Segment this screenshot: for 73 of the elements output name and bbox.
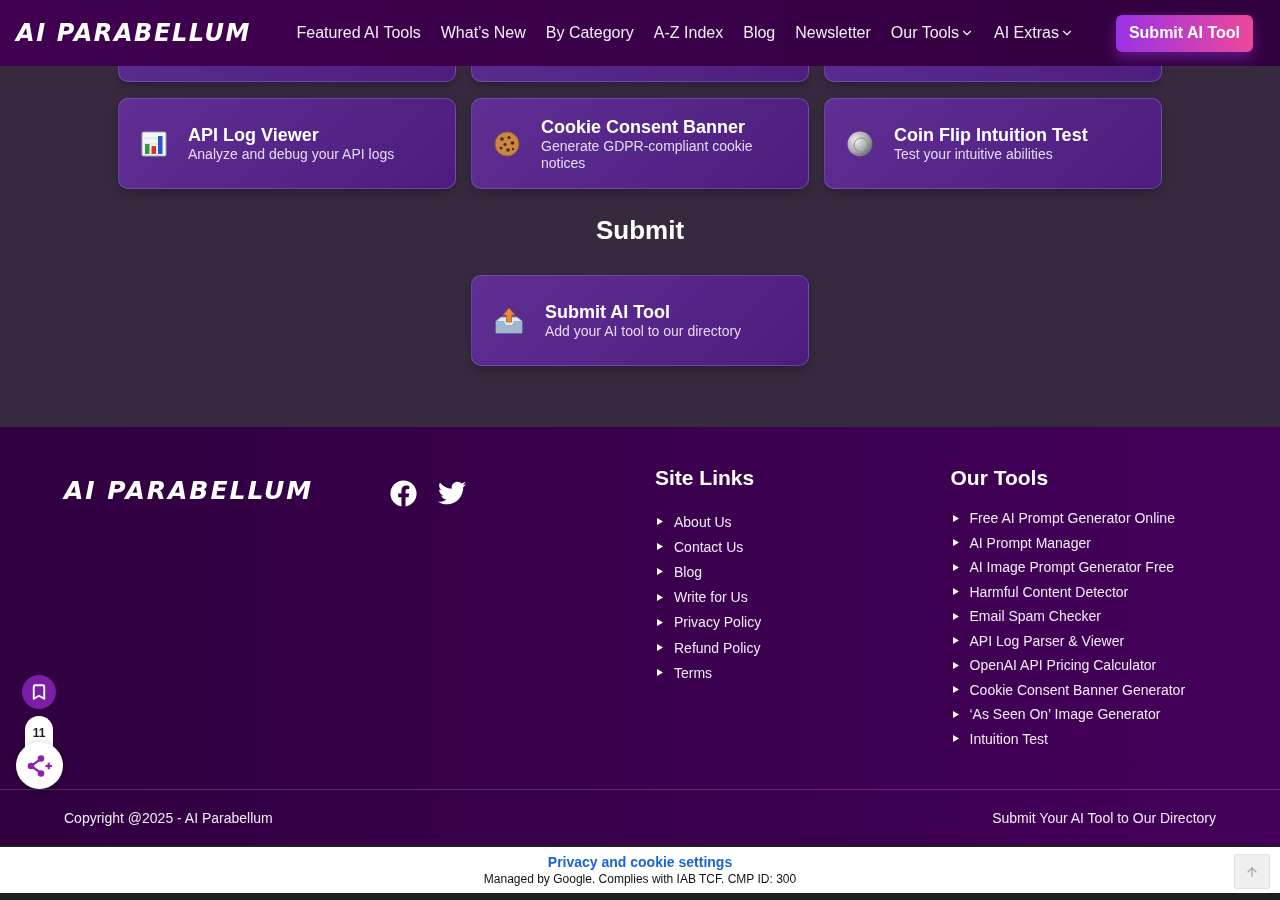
bullet-icon	[952, 637, 959, 645]
footer-heading: Our Tools	[950, 465, 1050, 491]
card-description: Generate GDPR-compliant cookie notices	[541, 137, 754, 172]
footer-link[interactable]: Harmful Content Detector	[969, 583, 1129, 600]
footer-link[interactable]: Refund Policy	[674, 639, 761, 656]
footer-link[interactable]: AI Image Prompt Generator Free	[969, 559, 1175, 576]
tray-upload-icon	[494, 306, 524, 335]
card-title: API Log Viewer	[188, 124, 320, 146]
bullet-icon	[952, 710, 959, 718]
copyright-text: Copyright @2025 - AI Parabellum	[64, 809, 273, 826]
footer-link[interactable]: Email Spam Checker	[969, 608, 1101, 625]
footer-link[interactable]: Submit Your AI Tool to Our Directory	[992, 809, 1216, 826]
footer-link[interactable]: Privacy Policy	[674, 614, 762, 631]
card-description: Analyze and debug your API logs	[188, 146, 395, 163]
consent-note: Managed by Google. Complies with IAB TCF. CMP ID: 300	[483, 871, 797, 887]
card-description: Add your AI tool to our directory	[545, 323, 742, 340]
arrow-up-icon	[1245, 864, 1259, 879]
tool-card[interactable]: API Log Viewer Analyze and debug your API logs	[118, 98, 456, 189]
bullet-icon	[657, 568, 663, 576]
nav-link[interactable]: Blog	[743, 24, 776, 42]
logo[interactable]: AI PARABELLUM	[16, 21, 251, 45]
nav-link[interactable]: Featured AI Tools	[296, 24, 421, 42]
footer-link[interactable]: Cookie Consent Banner Generator	[969, 681, 1186, 698]
bullet-icon	[657, 518, 663, 526]
bullet-icon	[952, 514, 959, 522]
tool-card[interactable]: Cookie Consent Banner Generate GDPR-compliant cookie notices	[471, 98, 809, 189]
bullet-icon	[657, 593, 663, 601]
nav-link[interactable]: By Category	[545, 24, 634, 42]
nav-link[interactable]: Newsletter	[795, 24, 871, 42]
bullet-icon	[657, 644, 663, 652]
footer-link[interactable]: Terms	[674, 664, 713, 681]
coin-icon	[847, 130, 873, 157]
bullet-icon	[952, 563, 959, 571]
bookmark-icon	[30, 683, 48, 701]
footer-logo[interactable]: AI PARABELLUM	[64, 476, 314, 505]
card-title: Cookie Consent Banner	[541, 115, 747, 138]
footer-link[interactable]: About Us	[674, 513, 732, 530]
footer-link[interactable]: OpenAI API Pricing Calculator	[969, 657, 1157, 674]
facebook-icon[interactable]	[389, 479, 417, 507]
bullet-icon	[952, 612, 959, 620]
bullet-icon	[952, 661, 959, 669]
share-icon	[26, 753, 53, 778]
nav-link[interactable]: What’s New	[440, 24, 526, 42]
card-description: Test your intuitive abilities	[894, 146, 1054, 163]
footer-link[interactable]: API Log Parser & Viewer	[969, 632, 1125, 649]
nav-link[interactable]: A-Z Index	[653, 24, 724, 42]
tool-card[interactable]: Submit AI Tool Add your AI tool to our directory	[471, 275, 809, 366]
submit-tool-button[interactable]: Submit AI Tool	[1115, 14, 1253, 52]
footer-link[interactable]: Intuition Test	[969, 730, 1048, 747]
bullet-icon	[952, 735, 959, 743]
bullet-icon	[952, 539, 959, 547]
footer-link[interactable]: Blog	[674, 563, 703, 580]
nav-dropdown[interactable]: AI Extras	[994, 24, 1074, 42]
tool-card[interactable]: Coin Flip Intuition Test Test your intuitive abilities	[824, 98, 1162, 189]
footer-link[interactable]: Free AI Prompt Generator Online	[969, 510, 1175, 527]
privacy-settings-link[interactable]: Privacy and cookie settings	[547, 853, 733, 871]
bullet-icon	[657, 669, 663, 677]
bullet-icon	[952, 686, 959, 694]
nav-dropdown[interactable]: Our Tools	[890, 24, 974, 42]
bullet-icon	[952, 588, 959, 596]
twitter-icon[interactable]	[437, 479, 466, 507]
bullet-icon	[657, 618, 663, 626]
footer-link[interactable]: Contact Us	[674, 538, 744, 555]
bullet-icon	[657, 543, 663, 551]
card-title: Coin Flip Intuition Test	[894, 124, 1088, 146]
card-title: Submit AI Tool	[545, 301, 671, 323]
footer-heading: Site Links	[655, 465, 756, 491]
bar-chart-icon	[141, 130, 167, 157]
footer-link[interactable]: AI Prompt Manager	[969, 534, 1091, 551]
footer-link[interactable]: Write for Us	[674, 589, 748, 606]
section-heading: Submit	[595, 215, 685, 245]
footer-link[interactable]: ‘As Seen On’ Image Generator	[969, 706, 1161, 723]
cookie-icon	[494, 130, 520, 157]
